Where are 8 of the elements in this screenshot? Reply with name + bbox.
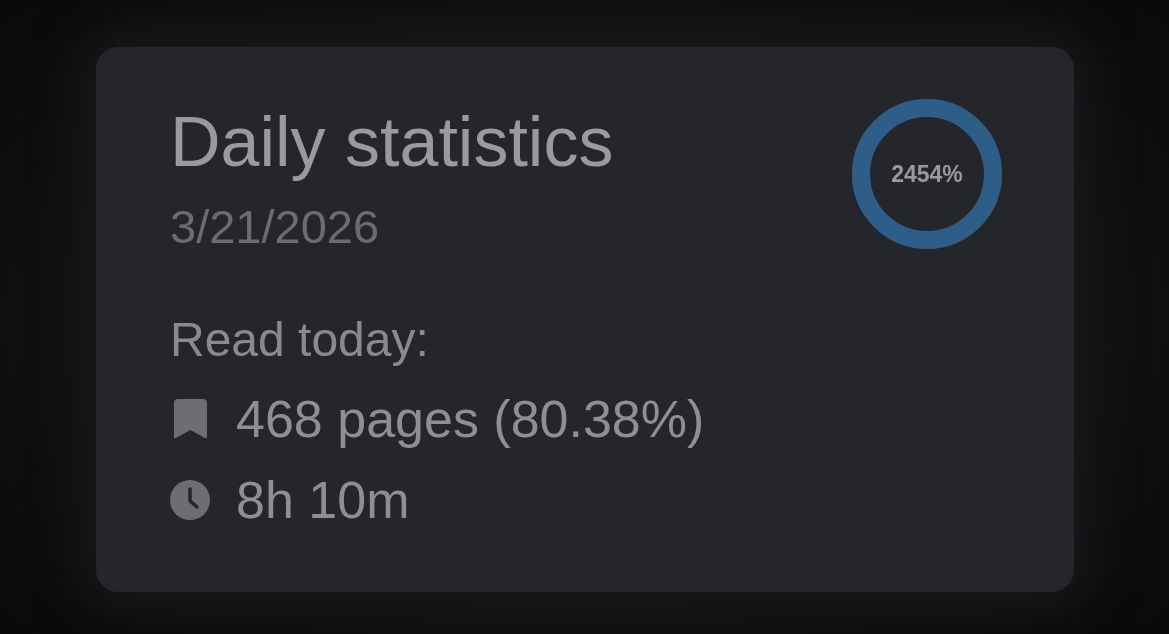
stat-text: 468 pages (80.38%)	[236, 389, 705, 449]
date-label: 3/21/2026	[170, 199, 380, 255]
bookmark-icon	[173, 399, 207, 439]
section-label: Read today:	[170, 312, 429, 368]
clock-icon	[170, 480, 210, 520]
card-title: Daily statistics	[170, 102, 614, 182]
stat-text: 8h 10m	[236, 470, 410, 530]
percent-label: 2454%	[891, 162, 963, 186]
